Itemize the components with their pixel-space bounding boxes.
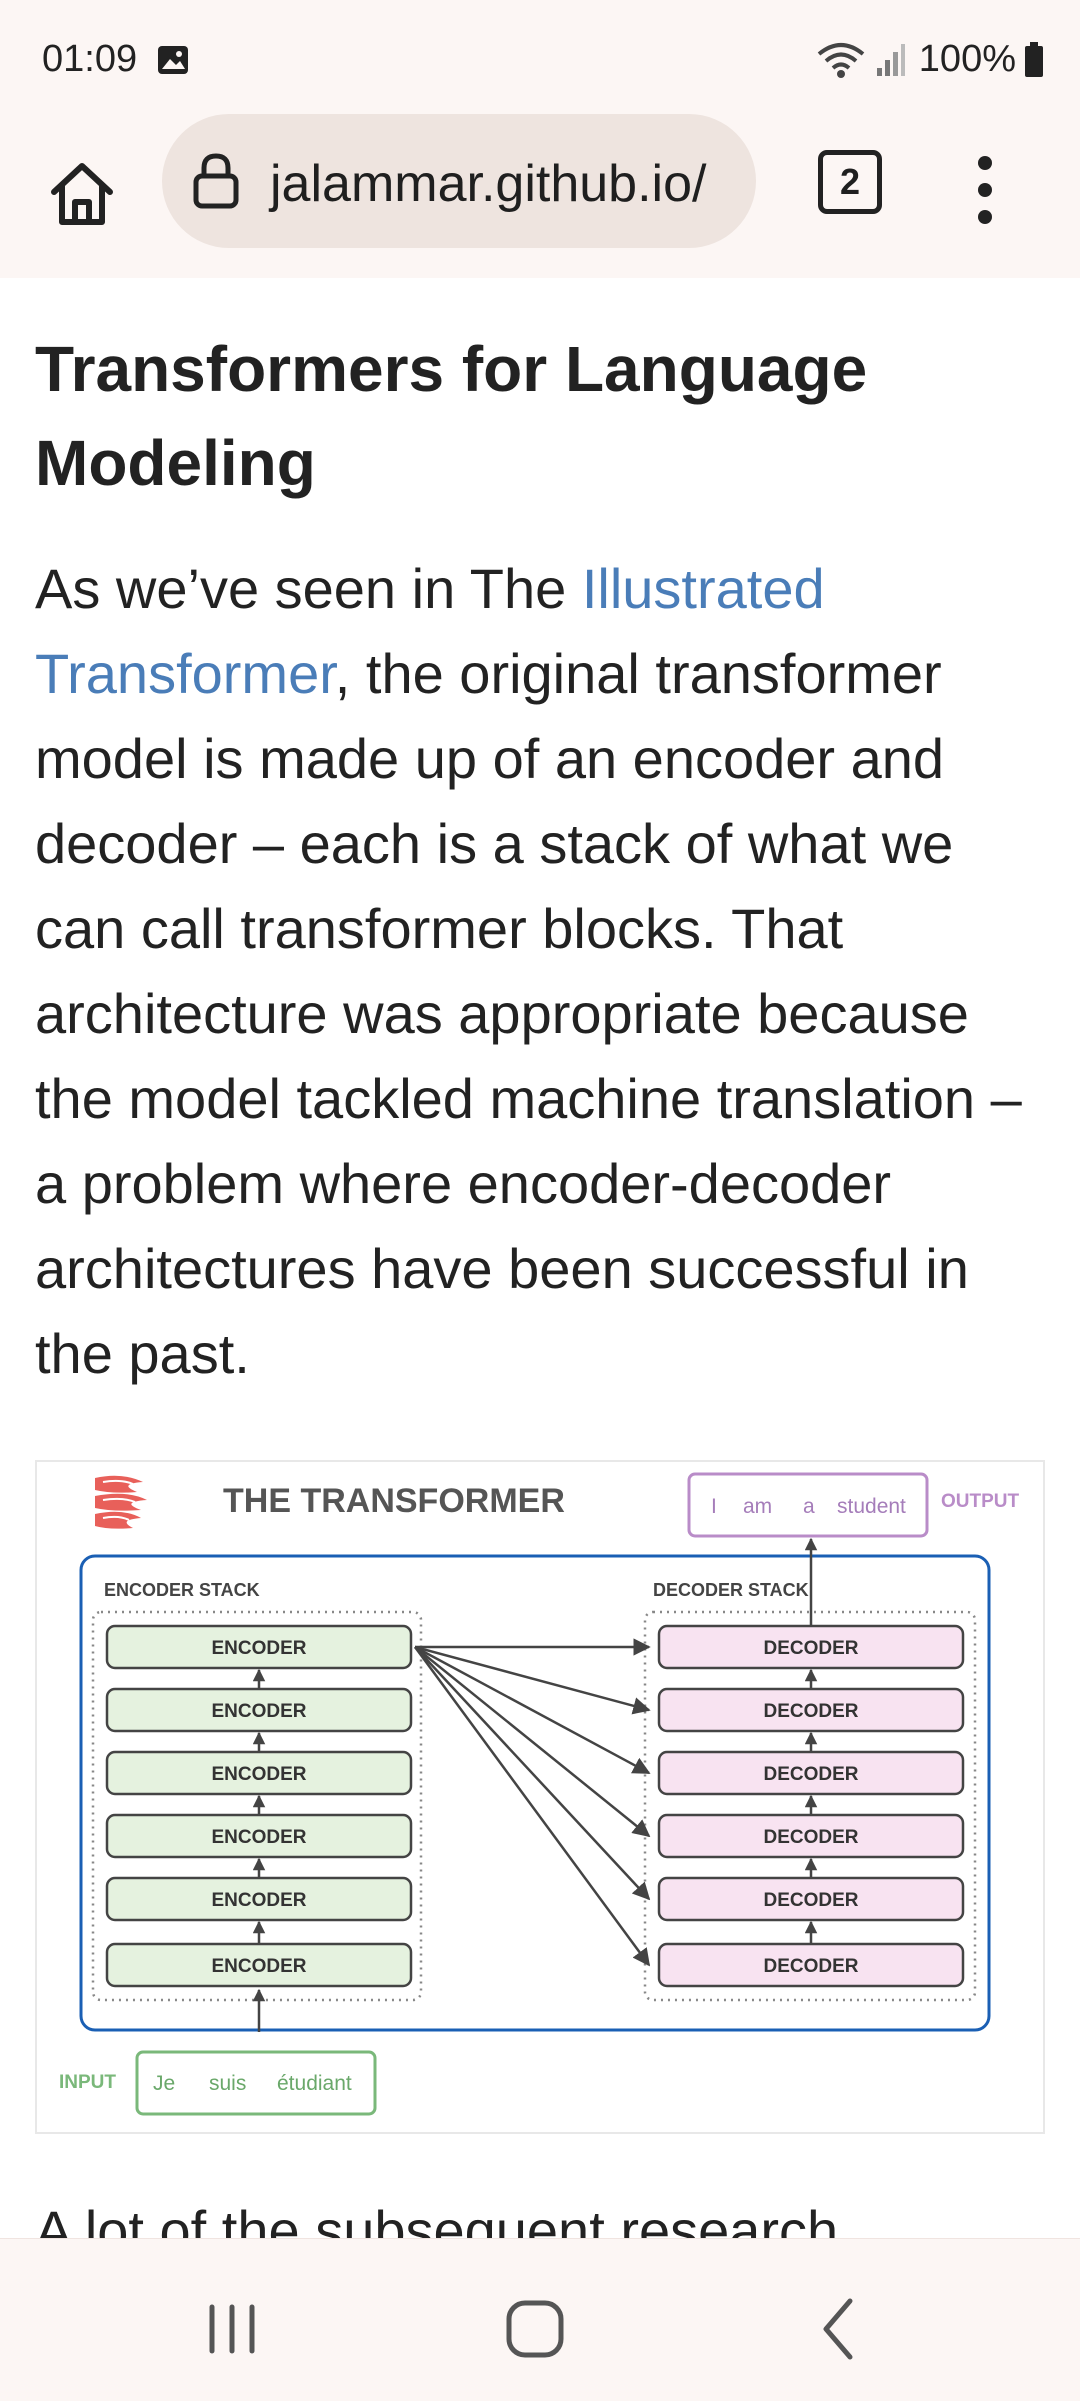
lock-icon [193, 153, 239, 209]
home-button[interactable] [40, 152, 124, 236]
output-token: a [803, 1495, 815, 1518]
status-bar: 01:09 100% [0, 0, 1080, 110]
signal-icon [876, 43, 905, 76]
decoder-stack-label: DECODER STACK [653, 1580, 809, 1600]
input-token: Je [153, 2072, 175, 2095]
decoder-label: DECODER [763, 1956, 858, 1977]
section-heading: Transformers for Language Modeling [35, 333, 868, 499]
address-bar[interactable]: jalammar.github.io/ [162, 114, 756, 248]
flame-logo-icon [95, 1475, 147, 1529]
encoder-label: ENCODER [211, 1890, 306, 1911]
encoder-label: ENCODER [211, 1764, 306, 1785]
decoder-label: DECODER [763, 1890, 858, 1911]
battery-icon [1025, 41, 1043, 77]
encoder-label: ENCODER [211, 1638, 306, 1659]
input-token: suis [209, 2072, 246, 2095]
figure-title: THE TRANSFORMER [223, 1482, 565, 1520]
transformer-diagram: THE TRANSFORMER I am a student OUTPUT EN… [35, 1460, 1045, 2134]
article-paragraph: As we’ve seen in The Illustrated Transfo… [35, 546, 1045, 1396]
home-nav-icon[interactable] [495, 2289, 575, 2369]
encoder-label: ENCODER [211, 1956, 306, 1977]
output-token: student [837, 1495, 906, 1518]
encoder-stack-label: ENCODER STACK [104, 1580, 260, 1600]
decoder-label: DECODER [763, 1701, 858, 1722]
tab-switcher-button[interactable]: 2 [818, 150, 882, 214]
input-token: étudiant [277, 2072, 352, 2095]
wifi-icon [817, 42, 865, 78]
tab-count: 2 [839, 161, 861, 202]
paragraph-intro: As we’ve seen in The [35, 557, 582, 620]
browser-toolbar: jalammar.github.io/ 2 [0, 110, 1080, 278]
battery-percent: 100% [918, 38, 1016, 80]
url-text: jalammar.github.io/ [270, 155, 707, 213]
encoder-label: ENCODER [211, 1701, 306, 1722]
input-label: INPUT [59, 2072, 116, 2093]
output-token: am [743, 1495, 772, 1518]
encoder-label: ENCODER [211, 1827, 306, 1848]
encoder-decoder-connections [413, 1638, 651, 1967]
back-icon[interactable] [800, 2289, 880, 2369]
status-time: 01:09 [42, 38, 138, 80]
gallery-notification-icon [158, 46, 188, 74]
encoder-stack [91, 1610, 423, 2002]
decoder-label: DECODER [763, 1638, 858, 1659]
output-label: OUTPUT [941, 1491, 1020, 1512]
paragraph-rest: , the original transformer model is made… [35, 642, 1022, 1385]
decoder-label: DECODER [763, 1764, 858, 1785]
home-icon [51, 163, 113, 225]
article-content: Transformers for Language Modeling As we… [35, 278, 1045, 1396]
system-navigation-bar [0, 2238, 1080, 2401]
more-menu-icon[interactable] [966, 150, 1002, 230]
status-indicators: 100% [815, 38, 1044, 81]
recent-apps-icon[interactable] [192, 2289, 272, 2369]
decoder-label: DECODER [763, 1827, 858, 1848]
output-token: I [711, 1495, 717, 1518]
